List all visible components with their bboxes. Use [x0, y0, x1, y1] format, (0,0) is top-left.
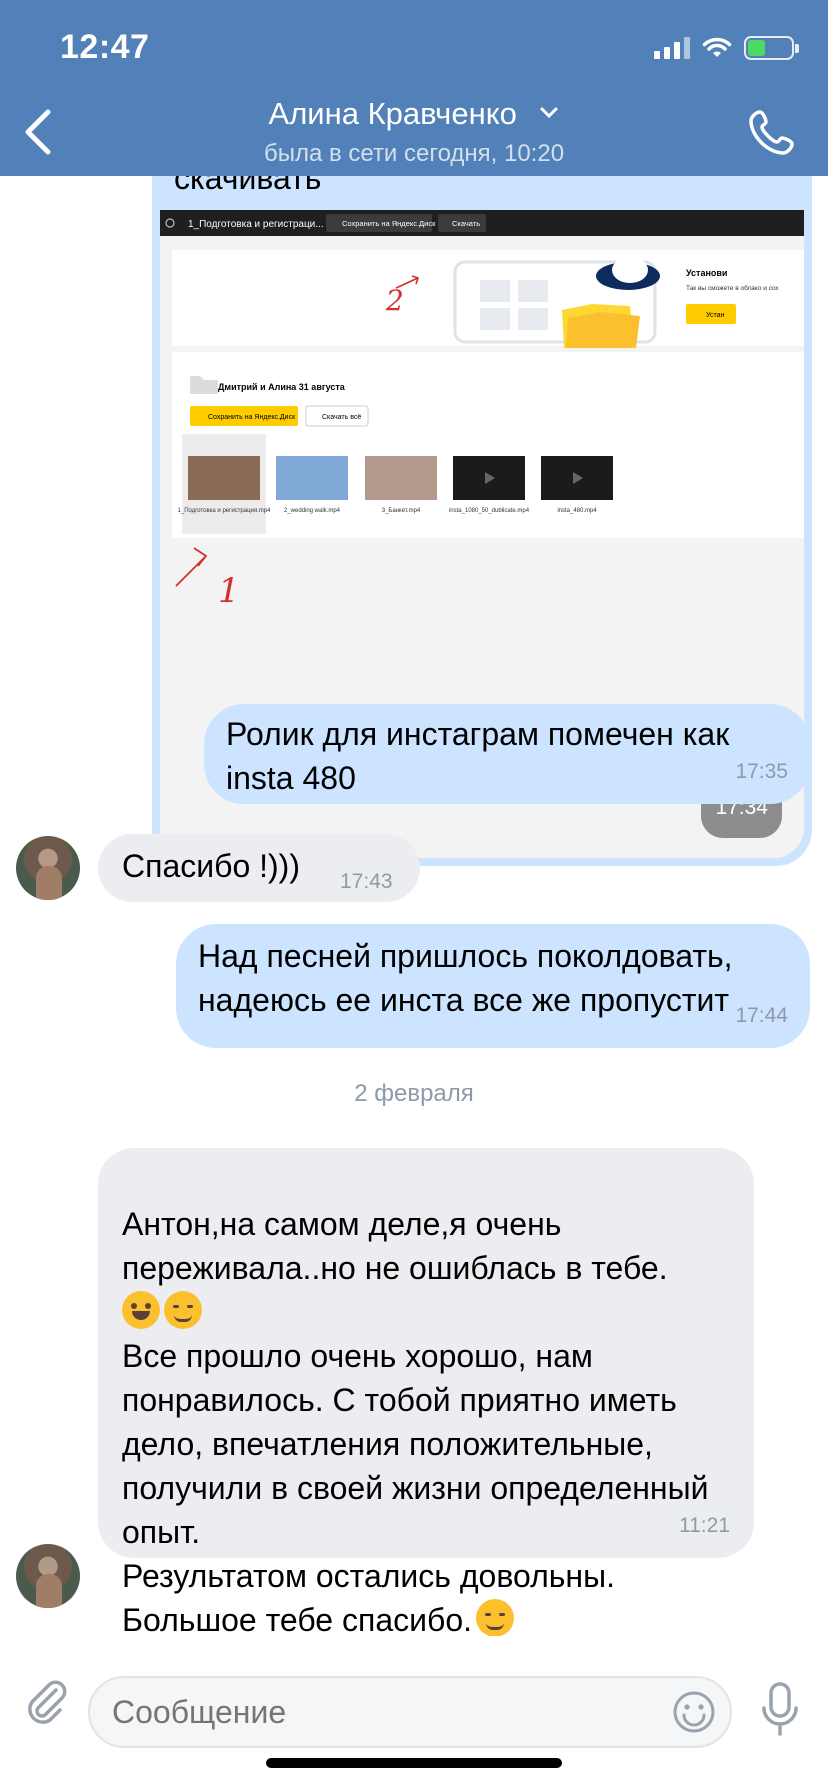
message-text: Антон,на самом деле,я очень переживала..…: [122, 1158, 730, 1636]
wifi-icon: [702, 37, 732, 57]
battery-icon: [744, 36, 799, 60]
paperclip-icon[interactable]: [22, 1676, 68, 1728]
home-indicator: [266, 1758, 562, 1768]
message-time: 11:21: [679, 1514, 730, 1537]
folder-title: Дмитрий и Алина 31 августа: [218, 382, 346, 392]
download-label: Скачать: [452, 219, 480, 228]
file-name: insta_480.mp4: [557, 508, 597, 514]
contact-name[interactable]: Алина Кравченко: [269, 96, 517, 131]
banner-button: Устан: [706, 312, 724, 319]
banner-text: Так вы сможете в облако и сох: [686, 284, 780, 292]
emoji-icon[interactable]: [672, 1690, 716, 1734]
chat-header: 12:47 Алина Кравченко была в сети сегодн…: [0, 0, 828, 176]
file-name: 3_Банкет.mp4: [382, 508, 421, 514]
date-separator: 2 февраля: [354, 1080, 474, 1107]
phone-icon[interactable]: [746, 106, 798, 158]
emoji-row: [122, 1290, 730, 1334]
file-name: 1_Подготовка и регистрация.mp4: [178, 508, 272, 514]
message-input[interactable]: [88, 1676, 732, 1748]
message-time: 17:43: [340, 870, 393, 893]
status-icons: [654, 36, 799, 60]
message-text: скачивать: [174, 176, 322, 196]
avatar[interactable]: [16, 1544, 80, 1608]
message-text-part: Все прошло очень хорошо, нам понравилось…: [122, 1338, 709, 1636]
annotation-1: 1: [218, 571, 240, 611]
download-all-label: Скачать всё: [322, 414, 361, 421]
save-disk-label: Сохранить на Яндекс.Диск: [342, 219, 436, 228]
banner-title: Установи: [686, 268, 727, 278]
microphone-icon[interactable]: [760, 1680, 800, 1740]
message-time: 17:35: [735, 760, 788, 783]
smiling-face-icon: [476, 1599, 514, 1636]
relieved-face-icon: [164, 1291, 202, 1329]
chat-title[interactable]: Алина Кравченко была в сети сегодня, 10:…: [0, 96, 828, 168]
file-name: 2_wedding walk.mp4: [284, 508, 341, 514]
message-bubble-outgoing[interactable]: Над песней пришлось поколдовать, надеюсь…: [176, 924, 810, 1048]
messages-list[interactable]: скачивать 1_Подготовка и регистраци... С…: [0, 176, 828, 1636]
annotation-2: 2: [385, 284, 404, 317]
contact-status: была в сети сегодня, 10:20: [263, 140, 565, 167]
status-time: 12:47: [60, 28, 150, 66]
composer: [0, 1636, 828, 1792]
message-time: 17:44: [735, 1004, 788, 1027]
save-button-label: Сохранить на Яндекс.Диск: [208, 414, 296, 421]
message-text: Спасибо !))): [122, 848, 300, 884]
message-bubble-incoming[interactable]: Антон,на самом деле,я очень переживала..…: [98, 1148, 754, 1636]
message-text: Над песней пришлось поколдовать, надеюсь…: [198, 938, 733, 1018]
message-text-part: Антон,на самом деле,я очень переживала..…: [122, 1206, 668, 1286]
signal-icon: [654, 37, 690, 59]
tab-title: 1_Подготовка и регистраци...: [188, 219, 324, 230]
chevron-down-icon[interactable]: [539, 106, 559, 120]
grinning-face-icon: [122, 1291, 160, 1329]
message-bubble-incoming[interactable]: Спасибо !))) 17:43: [98, 834, 420, 902]
message-text: Ролик для инстаграм помечен как insta 48…: [226, 716, 730, 796]
avatar[interactable]: [16, 836, 80, 900]
file-name: insta_1080_50_dublicate.mp4: [449, 508, 530, 514]
message-bubble-outgoing[interactable]: Ролик для инстаграм помечен как insta 48…: [204, 704, 810, 804]
